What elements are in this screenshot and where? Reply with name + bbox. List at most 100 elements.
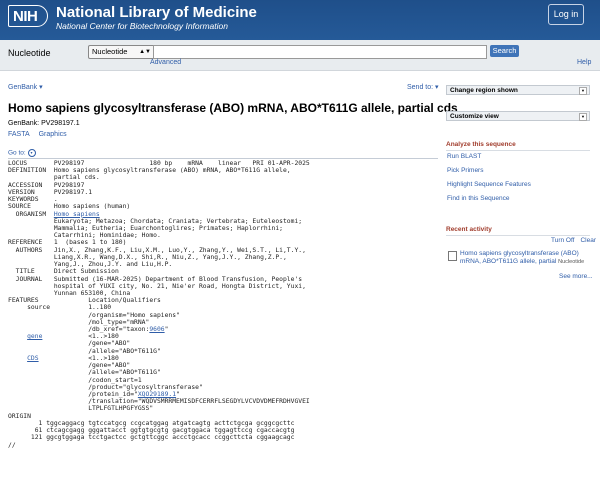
flatfile-line: /organism="Homo sapiens"	[8, 312, 180, 319]
login-button[interactable]: Log in	[548, 4, 584, 25]
flatfile-link[interactable]: Homo sapiens	[54, 211, 100, 218]
flatfile-text: JOURNAL Submitted (16-MAR-2025) Departme…	[8, 275, 303, 283]
flatfile-text: /db_xref="taxon:	[8, 326, 150, 334]
clear-link[interactable]: Clear	[580, 237, 596, 244]
recent-divider	[446, 235, 590, 236]
site-subtitle[interactable]: National Center for Biotechnology Inform…	[56, 21, 228, 31]
flatfile-line: 1 tggcaggacg tgtccatgcg ccgcatggag atgat…	[8, 420, 295, 427]
flatfile-text: hospital of YUXI city, No. 21, Nie'er Ro…	[8, 282, 306, 290]
ncbi-header: NIH National Library of Medicine Nationa…	[0, 0, 600, 40]
flatfile-link[interactable]: XQO29189.1	[138, 391, 176, 398]
flatfile-text: <1..>180	[42, 333, 119, 341]
flatfile-text: /allele="ABO*T611G"	[8, 347, 161, 355]
flatfile-line: /translation="WQDVSMRRMEMISDFCERRFLSEGDY…	[8, 398, 310, 405]
flatfile-link[interactable]: CDS	[27, 355, 38, 362]
chevron-down-icon: ▾	[39, 84, 43, 91]
nih-logo[interactable]: NIH	[8, 5, 48, 27]
change-region-toggle[interactable]: Change region shown ▼	[446, 85, 590, 95]
record-title: Homo sapiens glycosyltransferase (ABO) m…	[8, 101, 458, 115]
flatfile-text: //	[8, 441, 16, 449]
graphics-link[interactable]: Graphics	[39, 131, 67, 138]
flatfile-link[interactable]: 9606	[149, 326, 164, 333]
flatfile-line: /mol_type="mRNA"	[8, 319, 149, 326]
recent-activity-tools: Turn Off Clear	[545, 237, 596, 244]
flatfile-line: /gene="ABO"	[8, 362, 130, 369]
analyze-divider	[446, 150, 590, 151]
recent-activity-heading: Recent activity	[446, 226, 492, 233]
flatfile-line: REFERENCE 1 (bases 1 to 180)	[8, 239, 126, 246]
flatfile-line: KEYWORDS .	[8, 196, 58, 203]
flatfile-line: LOCUS PV298197 180 bp mRNA linear PRI 01…	[8, 160, 310, 167]
flatfile-text	[8, 355, 27, 362]
flatfile-line: Mammalia; Eutheria; Euarchontoglires; Pr…	[8, 225, 283, 232]
flatfile-line: Eukaryota; Metazoa; Chordata; Craniata; …	[8, 218, 302, 225]
find-in-sequence-link[interactable]: Find in this Sequence	[447, 195, 510, 202]
flatfile-line: /db_xref="taxon:9606"	[8, 326, 168, 333]
flatfile-text: AUTHORS Jin,X., Zhang,K.F., Liu,X.M., Lu…	[8, 246, 306, 254]
flatfile-line: Yang,J., Zhou,J.Y. and Liu,H.P.	[8, 261, 172, 268]
flatfile-text: Liang,X.R., Wang,D.X., Shi,R., Niu,Z., Y…	[8, 253, 287, 261]
updown-arrow-icon: ▲▼	[139, 49, 151, 55]
flatfile-text: Mammalia; Eutheria; Euarchontoglires; Pr…	[8, 224, 283, 232]
flatfile-line: /allele="ABO*T611G"	[8, 348, 161, 355]
flatfile-text: VERSION PV298197.1	[8, 188, 93, 196]
recent-item[interactable]: Homo sapiens glycosyltransferase (ABO) m…	[460, 250, 590, 266]
flatfile-text: 121 ggcgtggaga tcctgactcc gctgttcggc acc…	[8, 434, 295, 442]
search-input[interactable]	[153, 45, 487, 59]
flatfile-text: FEATURES Location/Qualifiers	[8, 297, 161, 305]
see-more-link[interactable]: See more...	[559, 273, 593, 280]
help-link[interactable]: Help	[577, 59, 591, 66]
change-region-label: Change region shown	[450, 87, 518, 94]
chevron-down-icon: ▾	[435, 84, 439, 91]
site-title[interactable]: National Library of Medicine	[56, 4, 257, 21]
flatfile-text: LOCUS PV298197 180 bp mRNA linear PRI 01…	[8, 160, 310, 167]
flatfile-line: ORIGIN	[8, 413, 54, 420]
customize-view-toggle[interactable]: Customize view ▼	[446, 111, 590, 121]
advanced-search-link[interactable]: Advanced	[150, 59, 181, 66]
database-label: Nucleotide	[8, 48, 51, 58]
flatfile-link[interactable]: gene	[27, 333, 42, 340]
flatfile-line: JOURNAL Submitted (16-MAR-2025) Departme…	[8, 276, 302, 283]
flatfile-line: AUTHORS Jin,X., Zhang,K.F., Liu,X.M., Lu…	[8, 247, 306, 254]
flatfile-text: /allele="ABO*T611G"	[8, 369, 161, 377]
search-button[interactable]: Search	[490, 45, 519, 57]
flatfile-text: /organism="Homo sapiens"	[8, 311, 180, 319]
pick-primers-link[interactable]: Pick Primers	[447, 167, 483, 174]
flatfile-text: LTPLFGTLHPGFYGSS"	[8, 405, 154, 413]
flatfile-text: KEYWORDS .	[8, 196, 58, 204]
flatfile-text: Yang,J., Zhou,J.Y. and Liu,H.P.	[8, 261, 173, 269]
genbank-format-menu[interactable]: GenBank ▾	[8, 83, 43, 91]
flatfile-text: Catarrhini; Hominidae; Homo.	[8, 232, 161, 240]
fasta-link[interactable]: FASTA	[8, 131, 30, 138]
turn-off-link[interactable]: Turn Off	[551, 237, 574, 244]
flatfile-line: Catarrhini; Hominidae; Homo.	[8, 232, 161, 239]
run-blast-link[interactable]: Run BLAST	[447, 153, 481, 160]
flatfile-line: SOURCE Homo sapiens (human)	[8, 203, 130, 210]
flatfile-line: gene <1..>180	[8, 333, 119, 340]
genbank-flatfile: LOCUS PV298197 180 bp mRNA linear PRI 01…	[8, 160, 310, 449]
customize-view-label: Customize view	[450, 113, 499, 120]
flatfile-line: /allele="ABO*T611G"	[8, 369, 161, 376]
send-to-menu[interactable]: Send to: ▾	[407, 83, 439, 91]
flatfile-text: SOURCE Homo sapiens (human)	[8, 203, 131, 211]
flatfile-line: FEATURES Location/Qualifiers	[8, 297, 161, 304]
flatfile-text: "	[164, 326, 169, 334]
flatfile-line: /protein_id="XQO29189.1"	[8, 391, 180, 398]
goto-menu[interactable]: Go to: ▾	[8, 149, 36, 157]
database-select[interactable]: Nucleotide ▲▼	[88, 45, 155, 59]
flatfile-text: /codon_start=1	[8, 376, 142, 384]
highlight-features-link[interactable]: Highlight Sequence Features	[447, 181, 531, 188]
chevron-down-icon: ▼	[579, 87, 587, 95]
flatfile-line: hospital of YUXI city, No. 21, Nie'er Ro…	[8, 283, 306, 290]
flatfile-text: /product="glycosyltransferase"	[8, 383, 203, 391]
chevron-down-circle-icon: ▾	[27, 149, 36, 157]
database-select-value: Nucleotide	[92, 47, 128, 56]
accession-line: GenBank: PV298197.1	[8, 120, 80, 127]
flatfile-line: TITLE Direct Submission	[8, 268, 119, 275]
flatfile-line: /codon_start=1	[8, 376, 142, 384]
goto-label: Go to:	[8, 149, 26, 157]
flatfile-text: /translation="WQDVSMRRMEMISDFCERRFLSEGDY…	[8, 398, 310, 406]
flatfile-text: /protein_id="	[8, 391, 138, 398]
flatfile-text: REFERENCE 1 (bases 1 to 180)	[8, 239, 127, 247]
flatfile-line: 121 ggcgtggaga tcctgactcc gctgttcggc acc…	[8, 434, 295, 442]
